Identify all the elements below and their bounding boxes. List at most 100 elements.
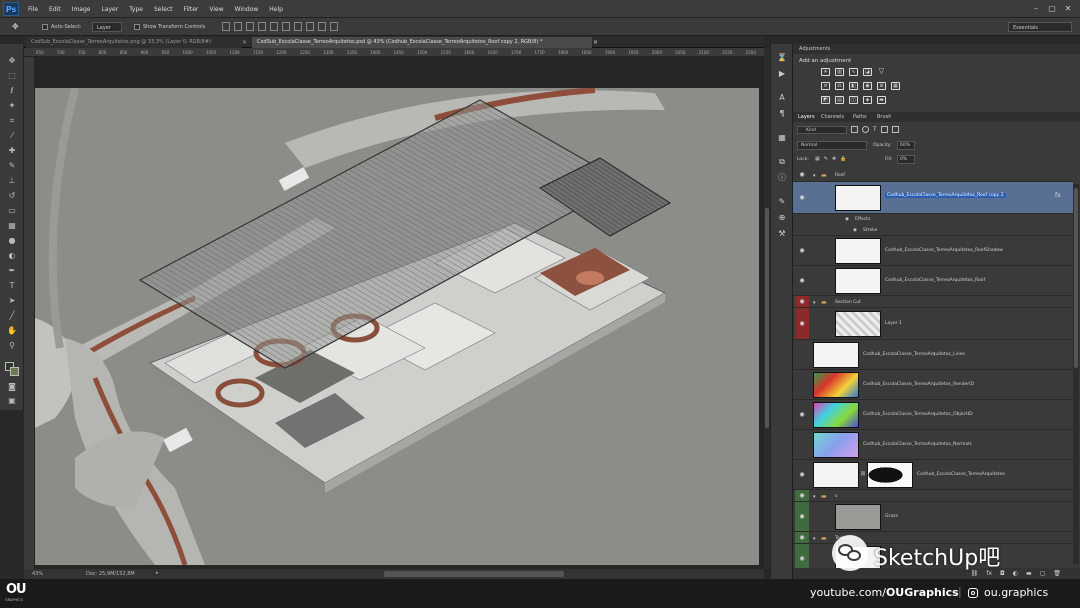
layer-group-section-cut[interactable]: ◉ ▾ ▬ Section Cut: [793, 296, 1073, 308]
photoshop-logo[interactable]: Ps: [3, 2, 19, 16]
channel-mixer-icon[interactable]: ⊛: [877, 82, 886, 90]
auto-select-checkbox[interactable]: [42, 24, 48, 30]
tab-channels[interactable]: Channels: [821, 114, 844, 120]
adjustments-tab[interactable]: Adjustments: [799, 46, 830, 52]
distribute-left-icon[interactable]: [330, 22, 338, 31]
photo-filter-icon[interactable]: ◉: [863, 82, 872, 90]
auto-select-dropdown[interactable]: Layer: [92, 22, 122, 32]
align-middle-icon[interactable]: [234, 22, 242, 31]
zoom-level[interactable]: 43%: [32, 571, 43, 577]
move-tool-icon[interactable]: ✥: [12, 22, 19, 32]
visibility-eye-icon[interactable]: ◉: [795, 182, 809, 213]
layer-mask-thumbnail[interactable]: [867, 462, 913, 488]
layer-group-v[interactable]: ◉ ▾ ▬ v: [793, 490, 1073, 502]
distribute-middle-icon[interactable]: [306, 22, 314, 31]
scroll-thumb[interactable]: [765, 208, 769, 428]
visibility-eye-icon[interactable]: ◉: [795, 168, 809, 181]
hue-saturation-icon[interactable]: ≡: [821, 82, 830, 90]
color-lookup-icon[interactable]: ▦: [891, 82, 900, 90]
layer-1[interactable]: ◉ Layer 1: [793, 308, 1073, 340]
type-tool-icon[interactable]: T: [6, 281, 18, 291]
visibility-eye-icon[interactable]: ◉: [795, 460, 809, 489]
menu-file[interactable]: File: [28, 6, 38, 13]
new-layer-icon[interactable]: ▢: [1040, 568, 1046, 579]
color-balance-icon[interactable]: ⚖: [835, 82, 844, 90]
marquee-tool-icon[interactable]: ⬚: [6, 71, 18, 81]
posterize-icon[interactable]: ▤: [835, 96, 844, 104]
layer-roof-copy-2[interactable]: ◉ Codhub_EscolaClasse_TerreoArquitetos_R…: [793, 182, 1073, 214]
zoom-tool-icon[interactable]: ⚲: [6, 341, 18, 351]
vibrance-icon[interactable]: ▽: [877, 68, 886, 76]
crop-tool-icon[interactable]: ⌗: [6, 116, 18, 126]
fill-input[interactable]: 0%: [897, 155, 915, 164]
tool-presets-icon[interactable]: ⚒: [776, 228, 788, 239]
align-right-icon[interactable]: [282, 22, 290, 31]
effects-row[interactable]: ◉ Effects: [793, 214, 1073, 225]
tab-close-icon[interactable]: ×: [593, 37, 601, 48]
eraser-tool-icon[interactable]: ▭: [6, 206, 18, 216]
visibility-eye-icon[interactable]: ◉: [795, 296, 809, 307]
delete-layer-icon[interactable]: 🗑: [1053, 568, 1061, 579]
menu-select[interactable]: Select: [154, 6, 173, 13]
show-transform-checkbox[interactable]: [134, 24, 140, 30]
move-tool-icon[interactable]: ✥: [6, 56, 18, 66]
layer-grass[interactable]: ◉ Grass: [793, 502, 1073, 532]
visibility-eye-icon[interactable]: ◉: [795, 532, 809, 543]
workspace-switcher[interactable]: Essentials: [1008, 22, 1072, 32]
align-center-icon[interactable]: [270, 22, 278, 31]
lock-all-icon[interactable]: 🔒: [840, 156, 846, 162]
line-tool-icon[interactable]: ╱: [6, 311, 18, 321]
collapse-arrow-icon[interactable]: ▾: [813, 300, 816, 306]
menu-view[interactable]: View: [209, 6, 223, 13]
brush-presets-icon[interactable]: ✎: [776, 196, 788, 207]
visibility-eye-icon[interactable]: ◉: [795, 544, 809, 568]
levels-icon[interactable]: ▥: [835, 68, 844, 76]
background-color-swatch[interactable]: [10, 367, 19, 376]
swatches-icon[interactable]: ▦: [776, 132, 788, 143]
menu-edit[interactable]: Edit: [49, 6, 61, 13]
actions-icon[interactable]: ▶: [776, 68, 788, 79]
layer-roof[interactable]: ◉ Codhub_EscolaClasse_TerreoArquitetos_R…: [793, 266, 1073, 296]
quick-mask-icon[interactable]: ◙: [6, 382, 18, 392]
close-window-button[interactable]: ✕: [1062, 3, 1074, 14]
distribute-top-icon[interactable]: [294, 22, 302, 31]
layers-comp-icon[interactable]: ⧉: [776, 156, 788, 167]
smart-object-filter-icon[interactable]: [891, 126, 899, 133]
path-selection-tool-icon[interactable]: ➤: [6, 296, 18, 306]
shape-filter-icon[interactable]: [880, 126, 888, 133]
menu-type[interactable]: Type: [129, 6, 143, 13]
exposure-icon[interactable]: ◪: [863, 68, 872, 76]
gradient-tool-icon[interactable]: ▦: [6, 221, 18, 231]
character-icon[interactable]: A: [776, 92, 788, 103]
blend-mode-dropdown[interactable]: Normal: [797, 141, 867, 150]
menu-image[interactable]: Image: [72, 6, 91, 13]
new-adjustment-icon[interactable]: ◐: [1013, 568, 1018, 579]
history-icon[interactable]: ⌛: [776, 52, 788, 63]
menu-window[interactable]: Window: [235, 6, 259, 13]
align-bottom-icon[interactable]: [246, 22, 254, 31]
kind-filter-dropdown[interactable]: Kind: [797, 126, 847, 134]
lasso-tool-icon[interactable]: ℓ: [6, 86, 18, 96]
threshold-icon[interactable]: ◫: [849, 96, 858, 104]
brush-tool-icon[interactable]: ✎: [6, 161, 18, 171]
layer-roof-shadow[interactable]: ◉ Codhub_EscolaClasse_TerreoArquitetos_R…: [793, 236, 1073, 266]
tab-layers[interactable]: Layers: [798, 114, 815, 120]
layer-render-id[interactable]: Codhub_EscolaClasse_TerreoArquitetos_Ren…: [793, 370, 1073, 400]
blur-tool-icon[interactable]: ●: [6, 236, 18, 246]
invert-icon[interactable]: ◩: [821, 96, 830, 104]
visibility-eye-icon[interactable]: ◉: [795, 490, 809, 501]
distribute-bottom-icon[interactable]: [318, 22, 326, 31]
gradient-map-icon[interactable]: ▬: [877, 96, 886, 104]
adjustment-filter-icon[interactable]: [862, 126, 869, 133]
tab-close-icon[interactable]: ×: [242, 37, 250, 48]
pen-tool-icon[interactable]: ✒: [6, 266, 18, 276]
black-white-icon[interactable]: ◧: [849, 82, 858, 90]
add-mask-icon[interactable]: ◘: [1000, 568, 1005, 579]
info-icon[interactable]: ⓘ: [776, 172, 788, 183]
align-left-icon[interactable]: [258, 22, 266, 31]
eyedropper-tool-icon[interactable]: ⁄: [6, 131, 18, 141]
document-canvas[interactable]: [35, 88, 759, 565]
tab-png-document[interactable]: CodSub_EscolaClasse_TerreoArquitetos.png…: [26, 37, 242, 48]
new-group-icon[interactable]: ▬: [1026, 568, 1032, 579]
selective-color-icon[interactable]: ◈: [863, 96, 872, 104]
